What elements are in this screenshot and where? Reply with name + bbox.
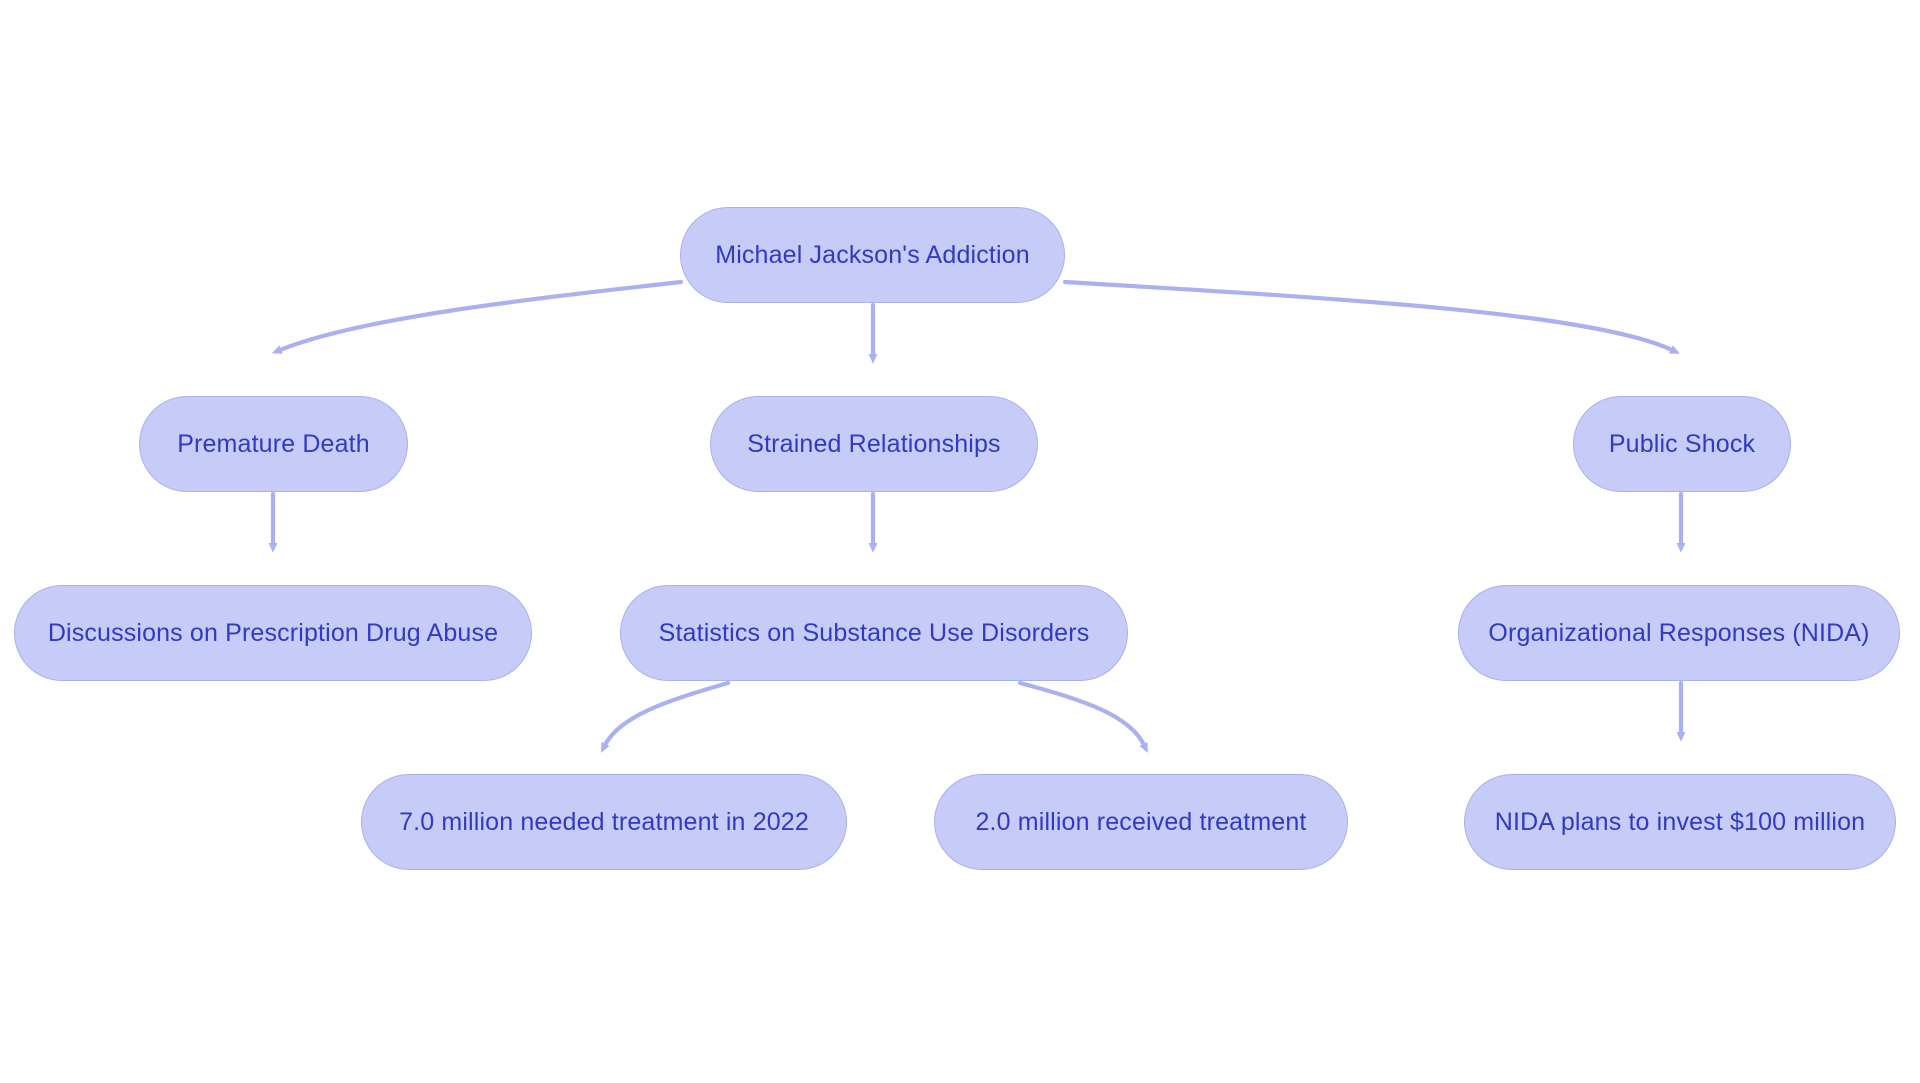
edge-root-to-premature: [271, 279, 684, 354]
flowchart-canvas: Michael Jackson's Addiction Premature De…: [0, 0, 1920, 1083]
node-received-treatment-label: 2.0 million received treatment: [975, 807, 1307, 836]
edge-layer: [268, 279, 1686, 753]
node-organizational-responses-nida[interactable]: Organizational Responses (NIDA): [1458, 585, 1900, 681]
node-premature-death-label: Premature Death: [177, 429, 370, 458]
edge-statistics-to-received: [1017, 680, 1148, 753]
node-public-shock-label: Public Shock: [1608, 429, 1756, 458]
node-root[interactable]: Michael Jackson's Addiction: [680, 207, 1065, 303]
node-needed-treatment-2022[interactable]: 7.0 million needed treatment in 2022: [361, 774, 847, 870]
edge-statistics-to-needed: [600, 680, 731, 753]
node-premature-death[interactable]: Premature Death: [139, 396, 408, 492]
node-discussions-prescription-drug-abuse-label: Discussions on Prescription Drug Abuse: [47, 618, 499, 647]
node-nida-invest-100-million[interactable]: NIDA plans to invest $100 million: [1464, 774, 1896, 870]
node-root-label: Michael Jackson's Addiction: [715, 240, 1030, 269]
node-statistics-substance-use-disorders-label: Statistics on Substance Use Disorders: [658, 618, 1090, 647]
node-public-shock[interactable]: Public Shock: [1573, 396, 1791, 492]
node-needed-treatment-2022-label: 7.0 million needed treatment in 2022: [399, 807, 809, 836]
node-organizational-responses-nida-label: Organizational Responses (NIDA): [1488, 618, 1870, 647]
node-nida-invest-100-million-label: NIDA plans to invest $100 million: [1494, 807, 1866, 836]
node-statistics-substance-use-disorders[interactable]: Statistics on Substance Use Disorders: [620, 585, 1128, 681]
node-received-treatment[interactable]: 2.0 million received treatment: [934, 774, 1348, 870]
node-strained-relationships-label: Strained Relationships: [747, 429, 1001, 458]
node-discussions-prescription-drug-abuse[interactable]: Discussions on Prescription Drug Abuse: [14, 585, 532, 681]
node-strained-relationships[interactable]: Strained Relationships: [710, 396, 1038, 492]
edge-root-to-shock: [1062, 279, 1680, 354]
